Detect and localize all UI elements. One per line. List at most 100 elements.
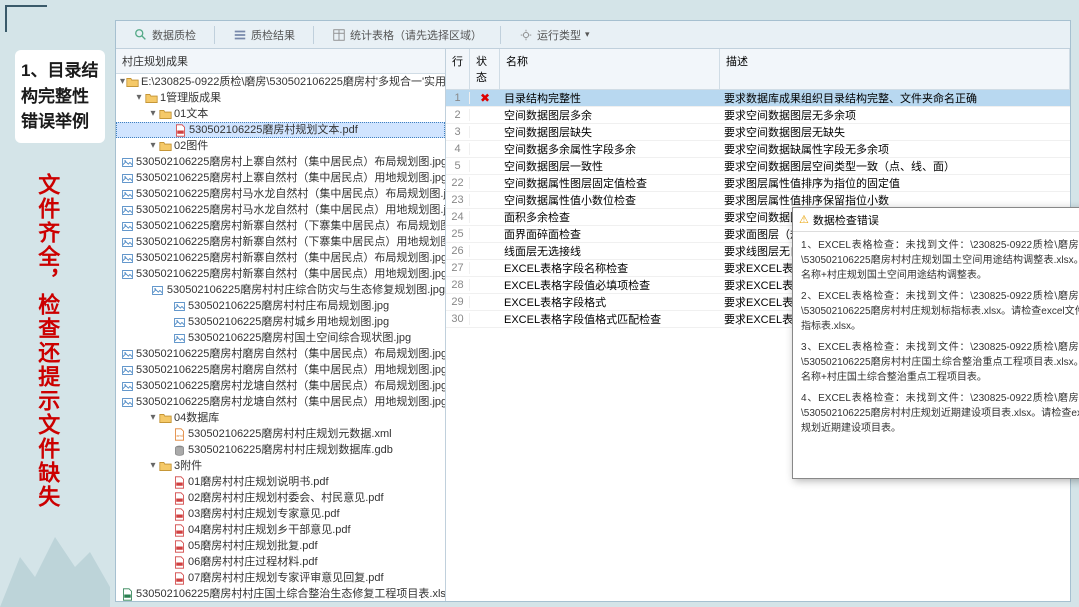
tree-row[interactable]: 06磨房村村庄过程材料.pdf	[116, 554, 445, 570]
tree-label: 01文本	[174, 106, 208, 122]
toolbar-item-stats[interactable]: 统计表格（请先选择区域）	[314, 27, 500, 43]
tree-row[interactable]: 530502106225磨房村磨房自然村（集中居民点）布局规划图.jpg	[116, 346, 445, 362]
tree-label: 1管理版成果	[160, 90, 221, 106]
grid-row[interactable]: 2空间数据图层多余要求空间数据图层无多余项	[446, 107, 1070, 124]
tree-row[interactable]: 01磨房村村庄规划说明书.pdf	[116, 474, 445, 490]
file-icon	[120, 155, 134, 169]
tree-row[interactable]: xml530502106225磨房村村庄规划元数据.xml	[116, 426, 445, 442]
file-icon	[158, 411, 172, 425]
tree-row[interactable]: 530502106225磨房村磨房自然村（集中居民点）用地规划图.jpg	[116, 362, 445, 378]
corner-decoration	[5, 5, 65, 45]
file-icon	[172, 523, 186, 537]
file-icon	[120, 363, 134, 377]
file-icon	[120, 187, 134, 201]
results-pane: 行 状态 名称 描述 1✖目录结构完整性要求数据库成果组织目录结构完整、文件夹命…	[446, 49, 1070, 601]
tree-label: 530502106225磨房村龙塘自然村（集中居民点）布局规划图.jpg	[136, 378, 445, 394]
toolbar: 数据质检 质检结果 统计表格（请先选择区域） 运行类型 ▾	[116, 21, 1070, 49]
file-icon	[173, 123, 187, 137]
file-icon	[120, 203, 134, 217]
annotation-box: 1、目录结构完整性错误举例	[15, 50, 105, 143]
tree-row[interactable]: 530502106225磨房村规划文本.pdf	[116, 122, 445, 138]
file-icon	[120, 267, 134, 281]
tree-label: 530502106225磨房村马水龙自然村（集中居民点）布局规划图.jpg	[136, 186, 445, 202]
tree-row[interactable]: 03磨房村村庄规划专家意见.pdf	[116, 506, 445, 522]
toolbar-label: 质检结果	[251, 27, 295, 43]
tree-label: 530502106225磨房村村庄综合防灾与生态修复规划图.jpg	[167, 282, 445, 298]
file-icon	[120, 235, 134, 249]
file-tree[interactable]: ▾E:\230825-0922质检\磨房\530502106225磨房村'多规合…	[116, 74, 445, 601]
toolbar-item-check[interactable]: 数据质检	[116, 27, 214, 43]
tree-row[interactable]: 530502106225磨房村上寨自然村（集中居民点）用地规划图.jpg	[116, 170, 445, 186]
file-icon	[120, 171, 134, 185]
tree-row[interactable]: 530502106225磨房村龙塘自然村（集中居民点）用地规划图.jpg	[116, 394, 445, 410]
tree-row[interactable]: 05磨房村村庄规划批复.pdf	[116, 538, 445, 554]
file-icon	[158, 139, 172, 153]
tree-label: 06磨房村村庄过程材料.pdf	[188, 554, 318, 570]
tree-row[interactable]: 530502106225磨房村村庄国土综合整治生态修复工程项目表.xlsx	[116, 586, 445, 601]
grid-col-desc: 描述	[720, 49, 1070, 89]
tree-row[interactable]: 530502106225磨房村村庄综合防灾与生态修复规划图.jpg	[116, 282, 445, 298]
toolbar-label: 统计表格（请先选择区域）	[350, 27, 482, 43]
grid-row[interactable]: 1✖目录结构完整性要求数据库成果组织目录结构完整、文件夹命名正确	[446, 90, 1070, 107]
grid-col-status: 状态	[470, 49, 500, 89]
tree-label: 07磨房村村庄规划专家评审意见回复.pdf	[188, 570, 384, 586]
mountain-decoration	[0, 507, 110, 607]
chevron-down-icon: ▾	[585, 29, 590, 40]
file-icon	[172, 299, 186, 313]
tree-row[interactable]: 07磨房村村庄规划专家评审意见回复.pdf	[116, 570, 445, 586]
toolbar-item-runtype[interactable]: 运行类型 ▾	[501, 27, 608, 43]
tree-row[interactable]: 530502106225磨房村龙塘自然村（集中居民点）布局规划图.jpg	[116, 378, 445, 394]
grid-col-row: 行	[446, 49, 470, 89]
tree-row[interactable]: 530502106225磨房村马水龙自然村（集中居民点）布局规划图.jpg	[116, 186, 445, 202]
tree-row[interactable]: ▾04数据库	[116, 410, 445, 426]
grid-row[interactable]: 4空间数据多余属性字段多余要求空间数据缺属性字段无多余项	[446, 141, 1070, 158]
grid-row[interactable]: 22空间数据属性图层固定值检查要求图层属性值排序为指位的固定值	[446, 175, 1070, 192]
tree-label: 530502106225磨房村上寨自然村（集中居民点）布局规划图.jpg	[136, 154, 445, 170]
grid-row[interactable]: 5空间数据图层一致性要求空间数据图层空间类型一致（点、线、面）	[446, 158, 1070, 175]
tree-row[interactable]: ▾1管理版成果	[116, 90, 445, 106]
tree-label: 530502106225磨房村规划文本.pdf	[189, 122, 358, 138]
tree-row[interactable]: ▾E:\230825-0922质检\磨房\530502106225磨房村'多规合…	[116, 74, 445, 90]
file-icon	[120, 219, 134, 233]
dialog-body[interactable]: 1、EXCEL表格检查：未找到文件：\230825-0922质检\磨房\5305…	[793, 232, 1079, 448]
toolbar-item-result[interactable]: 质检结果	[215, 27, 313, 43]
file-icon	[125, 75, 139, 89]
file-icon	[151, 283, 165, 297]
tree-row[interactable]: 04磨房村村庄规划乡干部意见.pdf	[116, 522, 445, 538]
tree-row[interactable]: 530502106225磨房村上寨自然村（集中居民点）布局规划图.jpg	[116, 154, 445, 170]
grid-row[interactable]: 3空间数据图层缺失要求空间数据图层无缺失	[446, 124, 1070, 141]
tree-label: 530502106225磨房村城乡用地规划图.jpg	[188, 314, 389, 330]
tree-row[interactable]: ▾3附件	[116, 458, 445, 474]
dialog-titlebar[interactable]: ⚠ 数据检查错误 — □ ✕	[793, 208, 1079, 232]
error-message: 1、EXCEL表格检查：未找到文件：\230825-0922质检\磨房\5305…	[801, 238, 1079, 283]
tree-label: 530502106225磨房村新寨自然村（下寨集中居民点）布局规划图.jpg	[136, 218, 445, 234]
tree-label: 02图件	[174, 138, 208, 154]
tree-row[interactable]: 530502106225磨房村村庄规划数据库.gdb	[116, 442, 445, 458]
svg-text:xml: xml	[176, 432, 182, 437]
file-icon	[120, 395, 134, 409]
file-icon	[172, 555, 186, 569]
tree-row[interactable]: 530502106225磨房村国土空间综合现状图.jpg	[116, 330, 445, 346]
file-icon	[172, 315, 186, 329]
tree-row[interactable]: 530502106225磨房村马水龙自然村（集中居民点）用地规划图.jpg	[116, 202, 445, 218]
tree-label: 530502106225磨房村新寨自然村（集中居民点）布局规划图.jpg	[136, 250, 445, 266]
tree-row[interactable]: ▾02图件	[116, 138, 445, 154]
tree-row[interactable]: 02磨房村村庄规划村委会、村民意见.pdf	[116, 490, 445, 506]
tree-row[interactable]: 530502106225磨房村城乡用地规划图.jpg	[116, 314, 445, 330]
annotation-vertical: 文件齐全，检查还提示文件缺失	[35, 173, 59, 509]
error-message: 4、EXCEL表格检查：未找到文件：\230825-0922质检\磨房\5305…	[801, 391, 1079, 436]
toolbar-label: 运行类型	[537, 27, 581, 43]
toolbar-label: 数据质检	[152, 27, 196, 43]
list-icon	[233, 28, 247, 42]
gear-icon	[519, 28, 533, 42]
tree-row[interactable]: 530502106225磨房村新寨自然村（下寨集中居民点）布局规划图.jpg	[116, 218, 445, 234]
error-message: 3、EXCEL表格检查：未找到文件：\230825-0922质检\磨房\5305…	[801, 340, 1079, 385]
tree-row[interactable]: 530502106225磨房村新寨自然村（集中居民点）布局规划图.jpg	[116, 250, 445, 266]
tree-row[interactable]: 530502106225磨房村新寨自然村（下寨集中居民点）用地规划图.jpg	[116, 234, 445, 250]
tree-row[interactable]: 530502106225磨房村新寨自然村（集中居民点）用地规划图.jpg	[116, 266, 445, 282]
file-icon	[120, 587, 134, 601]
grid-col-name: 名称	[500, 49, 720, 89]
file-icon	[172, 475, 186, 489]
tree-row[interactable]: 530502106225磨房村村庄布局规划图.jpg	[116, 298, 445, 314]
tree-row[interactable]: ▾01文本	[116, 106, 445, 122]
